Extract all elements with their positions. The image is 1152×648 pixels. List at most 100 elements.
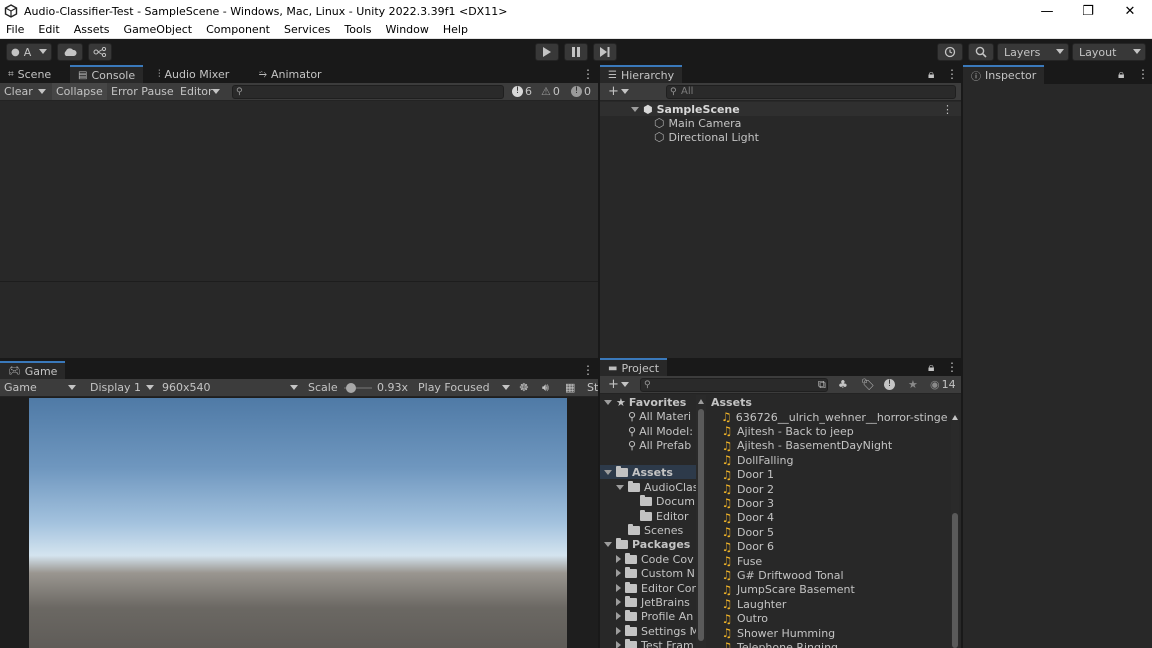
- tree-documentation[interactable]: Docum: [640, 494, 695, 508]
- view-mode-dropdown[interactable]: Game: [0, 379, 80, 396]
- tab-console[interactable]: ▤ Console: [70, 65, 144, 84]
- step-button[interactable]: [593, 43, 617, 61]
- tab-game[interactable]: 🎮︎ Game: [0, 361, 66, 380]
- menu-gameobject[interactable]: GameObject: [117, 22, 200, 38]
- tree-all-materials[interactable]: ⚲ All Materi: [628, 409, 691, 423]
- file-item[interactable]: ♫ Telephone Ringing: [721, 640, 947, 648]
- file-item[interactable]: ♫ Door 2: [721, 482, 947, 496]
- tree-scrollbar-thumb[interactable]: [698, 409, 704, 641]
- minimize-button[interactable]: —: [1025, 0, 1069, 22]
- file-item[interactable]: ♫ Ajitesh - BasementDayNight: [721, 439, 947, 453]
- file-scrollbar-thumb[interactable]: [952, 513, 958, 648]
- tree-package-item[interactable]: Editor Cor: [616, 581, 696, 595]
- file-list-scrollbar[interactable]: [951, 413, 959, 648]
- tab-scene[interactable]: ⌗ Scene: [0, 65, 59, 84]
- gizmo-toggle[interactable]: ▦: [561, 379, 579, 396]
- tree-packages[interactable]: Packages: [604, 537, 690, 551]
- file-item[interactable]: ♫ Ajitesh - Back to jeep: [721, 424, 947, 438]
- lock-icon[interactable]: 🔒︎: [928, 360, 934, 375]
- menu-help[interactable]: Help: [436, 22, 475, 38]
- hidden-packages-toggle[interactable]: ◉ 14: [926, 376, 960, 393]
- expand-arrow-icon[interactable]: [616, 484, 624, 490]
- menu-component[interactable]: Component: [199, 22, 277, 38]
- error-pause-toggle[interactable]: Error Pause: [107, 83, 178, 100]
- tree-package-item[interactable]: JetBrains: [616, 595, 690, 609]
- file-item[interactable]: ♫ 636726__ulrich_wehner__horror-stinger-1: [721, 410, 947, 424]
- hierarchy-item-directional-light[interactable]: ⬡ Directional Light: [654, 130, 759, 144]
- collapse-arrow-icon[interactable]: [616, 555, 621, 563]
- menu-edit[interactable]: Edit: [31, 22, 66, 38]
- file-item[interactable]: ♫ G# Driftwood Tonal: [721, 568, 947, 582]
- scale-slider-thumb[interactable]: [345, 383, 356, 393]
- filter-label-button[interactable]: 🏷︎: [857, 376, 879, 393]
- collapse-arrow-icon[interactable]: [616, 641, 621, 648]
- layers-dropdown[interactable]: Layers: [997, 43, 1069, 61]
- filter-log-button[interactable]: !: [880, 376, 899, 393]
- scroll-up-icon[interactable]: [952, 415, 958, 420]
- menu-file[interactable]: File: [0, 22, 31, 38]
- tree-package-item[interactable]: Code Cov: [616, 552, 694, 566]
- file-item[interactable]: ♫ Laughter: [721, 597, 947, 611]
- search-button[interactable]: [968, 43, 994, 61]
- vertical-splitter[interactable]: [961, 65, 963, 648]
- scene-row[interactable]: ⬢ SampleScene ⋮: [600, 102, 961, 116]
- tree-editor[interactable]: Editor: [640, 509, 689, 523]
- pause-button[interactable]: [564, 43, 588, 61]
- console-split-divider[interactable]: [0, 281, 598, 282]
- create-dropdown[interactable]: +: [604, 376, 633, 393]
- menu-window[interactable]: Window: [379, 22, 436, 38]
- expand-arrow-icon[interactable]: [604, 399, 612, 405]
- mute-audio-toggle[interactable]: 🔊︎: [538, 379, 553, 396]
- editor-dropdown[interactable]: Editor: [176, 83, 222, 100]
- file-item[interactable]: ♫ Door 4: [721, 511, 947, 525]
- tree-package-item[interactable]: Test Fram: [616, 638, 694, 648]
- game-viewport[interactable]: [29, 398, 567, 648]
- info-count-toggle[interactable]: ! 6: [508, 83, 536, 100]
- tree-scrollbar[interactable]: [696, 395, 706, 648]
- filter-type-button[interactable]: ♣: [834, 376, 852, 393]
- tree-scenes[interactable]: Scenes: [628, 523, 683, 537]
- menu-assets[interactable]: Assets: [67, 22, 117, 38]
- file-item[interactable]: ♫ Door 3: [721, 496, 947, 510]
- file-item[interactable]: ♫ Outro: [721, 612, 947, 626]
- error-count-toggle[interactable]: ! 0: [567, 83, 595, 100]
- search-window-button[interactable]: ⧉: [814, 376, 830, 393]
- console-search-input[interactable]: ⚲: [232, 85, 504, 99]
- breadcrumb[interactable]: Assets: [711, 396, 752, 409]
- warning-count-toggle[interactable]: ⚠ 0: [537, 83, 564, 100]
- collapse-toggle[interactable]: Collapse: [52, 83, 107, 100]
- expand-arrow-icon[interactable]: [604, 541, 612, 547]
- expand-arrow-icon[interactable]: [631, 106, 639, 112]
- file-item[interactable]: ♫ Shower Humming: [721, 626, 947, 640]
- cloud-button[interactable]: [57, 43, 83, 61]
- collapse-arrow-icon[interactable]: [616, 569, 621, 577]
- lock-icon[interactable]: 🔒︎: [1118, 67, 1124, 82]
- menu-tools[interactable]: Tools: [337, 22, 378, 38]
- create-dropdown[interactable]: +: [604, 83, 633, 100]
- tree-favorites[interactable]: ★ Favorites: [604, 395, 686, 409]
- kebab-menu-icon[interactable]: ⋮: [582, 67, 594, 81]
- menu-services[interactable]: Services: [277, 22, 337, 38]
- tab-animator[interactable]: ⭇ Animator: [251, 65, 330, 84]
- expand-arrow-icon[interactable]: [604, 469, 612, 475]
- maximize-button[interactable]: ❐: [1066, 0, 1110, 22]
- kebab-menu-icon[interactable]: ⋮: [1137, 67, 1149, 81]
- hierarchy-search-input[interactable]: ⚲ All: [666, 85, 956, 99]
- collapse-arrow-icon[interactable]: [616, 612, 621, 620]
- file-item[interactable]: ♫ Door 6: [721, 540, 947, 554]
- collapse-arrow-icon[interactable]: [616, 627, 621, 635]
- clear-dropdown[interactable]: Clear: [0, 83, 50, 100]
- file-item[interactable]: ♫ Fuse: [721, 554, 947, 568]
- tab-project[interactable]: ▬ Project: [600, 358, 668, 377]
- kebab-menu-icon[interactable]: ⋮: [582, 363, 594, 377]
- scale-slider[interactable]: [344, 383, 372, 393]
- collapse-arrow-icon[interactable]: [616, 584, 621, 592]
- file-item[interactable]: ♫ Door 5: [721, 525, 947, 539]
- account-dropdown[interactable]: ● A: [6, 43, 52, 61]
- vertical-splitter[interactable]: [598, 65, 600, 648]
- kebab-menu-icon[interactable]: ⋮: [946, 360, 958, 374]
- collab-button[interactable]: [88, 43, 112, 61]
- stats-toggle[interactable]: St: [583, 379, 598, 396]
- lock-icon[interactable]: 🔒︎: [928, 67, 934, 82]
- tree-audioclassifier[interactable]: AudioClas: [616, 480, 696, 494]
